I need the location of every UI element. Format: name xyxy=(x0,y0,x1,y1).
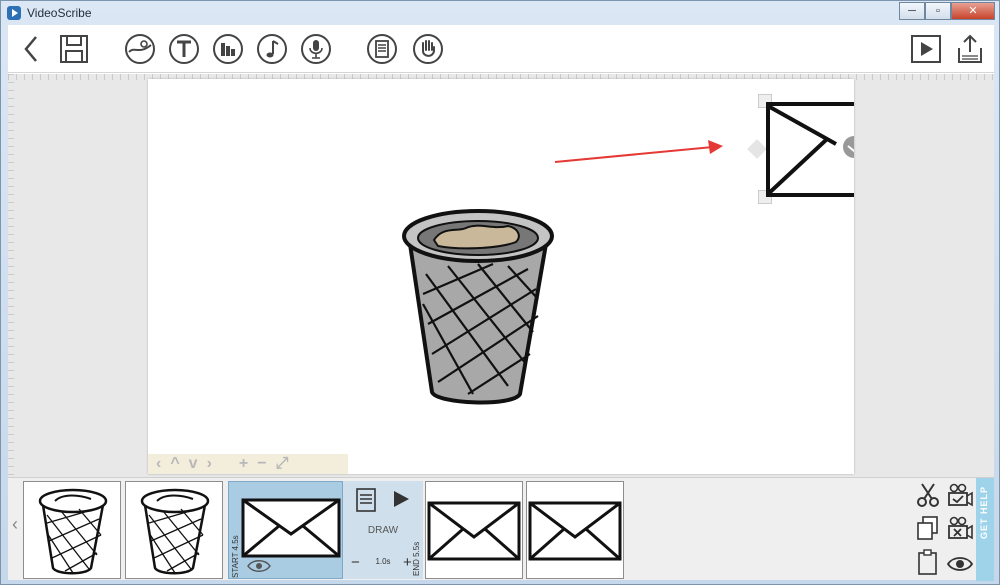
rotate-handle-left[interactable] xyxy=(747,139,767,159)
scissors-icon[interactable] xyxy=(915,482,941,508)
zoom-in-button[interactable]: + xyxy=(239,456,248,472)
trash-bin-thumbnail xyxy=(140,488,210,575)
properties-icon xyxy=(367,34,397,64)
start-time-label: START 4.5s xyxy=(231,535,240,578)
timeline-thumbnail[interactable] xyxy=(125,481,223,579)
timeline: ‹ START 4.5s DRAW − 1.0s + END 5.5s GET … xyxy=(8,477,994,581)
chart-icon xyxy=(213,34,243,64)
window-title: VideoScribe xyxy=(27,6,92,20)
duration-decrease-button[interactable]: − xyxy=(351,554,360,571)
play-preview-button[interactable] xyxy=(910,33,942,65)
add-music-button[interactable] xyxy=(256,33,288,65)
annotation-arrow xyxy=(554,140,723,163)
get-help-label: GET HELP xyxy=(979,486,989,540)
pan-right-button[interactable]: › xyxy=(207,456,212,472)
duration-value: 1.0s xyxy=(375,557,391,566)
app-window: VideoScribe ─ ▫ ✕ ‹ ^ v › + − ⤢ ‹ START … xyxy=(0,0,1000,585)
add-image-button[interactable] xyxy=(124,33,156,65)
eye-icon[interactable] xyxy=(947,551,973,577)
back-icon xyxy=(24,36,37,62)
main-toolbar xyxy=(8,25,994,73)
canvas[interactable]: ‹ ^ v › + − ⤢ xyxy=(148,79,854,474)
camera-x-icon[interactable] xyxy=(947,515,973,541)
music-icon xyxy=(257,34,287,64)
play-preview-icon xyxy=(911,35,941,63)
selected-timeline-element[interactable]: START 4.5s xyxy=(228,481,343,579)
element-properties-icon[interactable] xyxy=(355,487,377,513)
timeline-thumbnail[interactable] xyxy=(425,481,523,579)
envelope-image[interactable] xyxy=(766,102,854,197)
pan-left-button[interactable]: ‹ xyxy=(156,456,161,472)
title-bar: VideoScribe ─ ▫ ✕ xyxy=(1,1,1000,25)
selected-envelope-element[interactable] xyxy=(747,94,854,204)
hand-button[interactable] xyxy=(412,33,444,65)
timeline-scroll-left[interactable]: ‹ xyxy=(8,514,22,544)
camera-check-icon[interactable] xyxy=(947,482,973,508)
copy-icon[interactable] xyxy=(915,515,941,541)
voiceover-icon xyxy=(301,34,331,64)
get-help-tab[interactable]: GET HELP xyxy=(976,478,994,581)
minimize-button[interactable]: ─ xyxy=(899,2,925,20)
end-time-label: END 5.5s xyxy=(412,541,421,576)
add-chart-button[interactable] xyxy=(212,33,244,65)
export-button[interactable] xyxy=(954,33,986,65)
image-icon xyxy=(125,34,155,64)
timeline-thumbnail[interactable] xyxy=(526,481,624,579)
properties-button[interactable] xyxy=(366,33,398,65)
visibility-eye-icon[interactable] xyxy=(247,558,271,574)
stage-area[interactable]: ‹ ^ v › + − ⤢ xyxy=(8,74,994,477)
envelope-thumbnail xyxy=(427,501,521,561)
close-button[interactable]: ✕ xyxy=(951,2,995,20)
pan-up-button[interactable]: ^ xyxy=(170,456,179,472)
animation-type-label: DRAW xyxy=(367,525,399,536)
hand-icon xyxy=(413,34,443,64)
element-tools xyxy=(911,478,981,581)
pan-down-button[interactable]: v xyxy=(189,456,198,472)
envelope-thumbnail xyxy=(241,498,341,558)
duration-increase-button[interactable]: + xyxy=(403,554,412,571)
app-body: ‹ ^ v › + − ⤢ ‹ START 4.5s DRAW − 1.0s +… xyxy=(8,25,994,581)
timeline-thumbnail[interactable] xyxy=(23,481,121,579)
back-button[interactable] xyxy=(16,33,48,65)
canvas-navigation-bar: ‹ ^ v › + − ⤢ xyxy=(148,454,348,474)
trash-bin-image[interactable] xyxy=(398,204,563,414)
element-properties-panel: DRAW − 1.0s + xyxy=(343,481,423,579)
text-icon xyxy=(169,34,199,64)
vertical-ruler xyxy=(8,74,14,477)
zoom-out-button[interactable]: − xyxy=(257,456,266,472)
export-icon xyxy=(958,34,982,63)
trash-bin-thumbnail xyxy=(38,488,108,575)
videoscribe-logo-icon xyxy=(7,6,21,20)
add-text-button[interactable] xyxy=(168,33,200,65)
clipboard-icon[interactable] xyxy=(915,549,941,575)
voiceover-button[interactable] xyxy=(300,33,332,65)
envelope-thumbnail xyxy=(528,501,622,561)
play-element-icon[interactable] xyxy=(391,489,411,509)
save-button[interactable] xyxy=(58,33,90,65)
save-icon xyxy=(60,35,88,63)
fit-screen-button[interactable]: ⤢ xyxy=(276,456,289,472)
maximize-button[interactable]: ▫ xyxy=(925,2,951,20)
